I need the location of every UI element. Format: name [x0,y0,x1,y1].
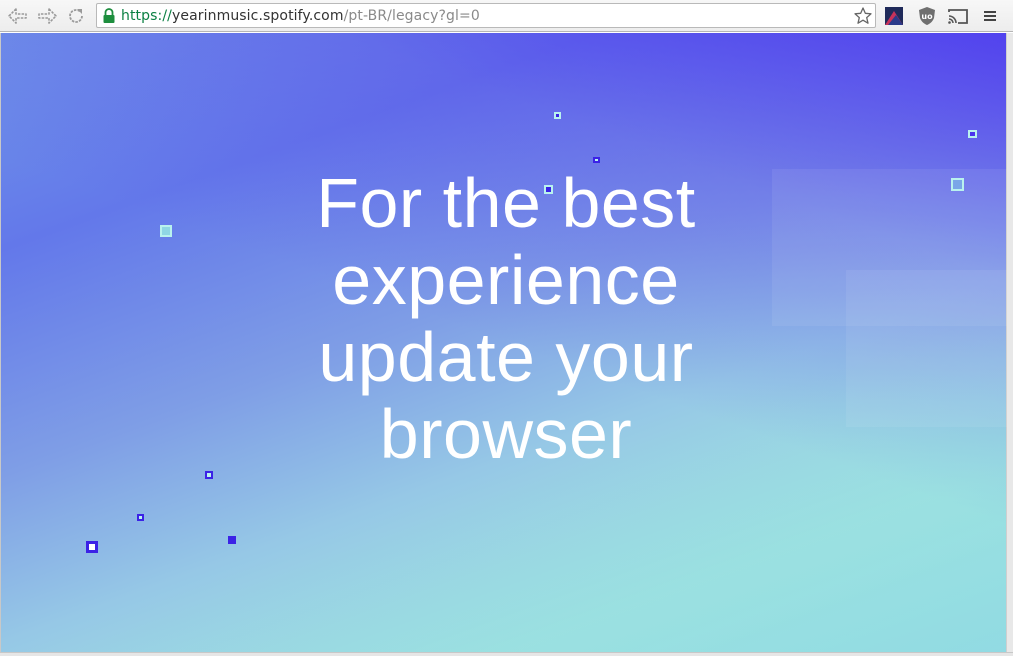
update-browser-heading: For the best experience update your brow… [231,165,781,473]
window-bottom-edge [0,652,1013,656]
ublock-icon: uo [919,7,935,25]
forward-arrow-icon [38,8,57,24]
url-host: yearinmusic.spotify.com [171,8,344,24]
cast-icon [948,9,968,24]
pixel-particle [86,541,98,553]
heading-line: experience [332,241,680,319]
browser-toolbar: https://yearinmusic.spotify.com/pt-BR/le… [0,0,1013,32]
browser-window: https://yearinmusic.spotify.com/pt-BR/le… [0,0,1013,656]
pixel-particle [968,130,977,138]
url-path: /pt-BR/legacy?gl=0 [343,8,480,24]
address-url[interactable]: https://yearinmusic.spotify.com/pt-BR/le… [121,7,480,25]
cast-button[interactable] [947,5,969,27]
heading-line: For the best [316,164,696,242]
reload-icon [69,9,83,23]
address-bar[interactable]: https://yearinmusic.spotify.com/pt-BR/le… [96,3,876,28]
extension-button[interactable] [883,5,905,27]
svg-text:uo: uo [921,12,933,21]
heading-line: update your [318,318,694,396]
pixel-particle [593,157,600,163]
pixel-particle [228,536,236,544]
forward-button[interactable] [35,4,59,28]
star-icon[interactable] [853,6,873,26]
extension-icon [885,7,903,25]
pixel-particle [554,112,561,119]
lock-icon [103,8,115,23]
menu-icon [984,11,996,21]
url-scheme: https:// [121,8,172,24]
pixel-particle [951,178,964,191]
window-right-edge [1006,33,1013,652]
page-content: For the best experience update your brow… [0,33,1007,652]
reload-button[interactable] [64,4,88,28]
ublock-button[interactable]: uo [916,5,938,27]
heading-line: browser [379,395,633,473]
menu-button[interactable] [979,5,1001,27]
pixel-particle [160,225,172,237]
background-panel [846,270,1007,427]
pixel-particle [137,514,144,521]
back-arrow-icon [8,8,27,24]
back-button[interactable] [6,4,30,28]
pixel-particle [205,471,213,479]
pixel-particle [544,185,553,194]
